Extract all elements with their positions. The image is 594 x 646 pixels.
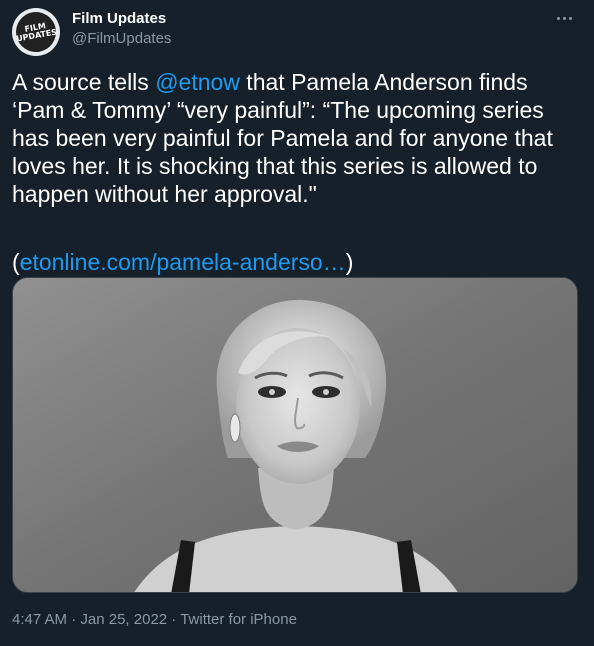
- link-close-paren: ): [345, 249, 354, 275]
- tweet-meta: 4:47 AM · Jan 25, 2022 · Twitter for iPh…: [12, 610, 297, 630]
- display-name[interactable]: Film Updates: [72, 9, 171, 29]
- meta-separator-2: ·: [167, 611, 181, 628]
- article-link[interactable]: etonline.com/pamela-anderso…: [20, 249, 346, 275]
- avatar-text-line2: UPDATES: [15, 27, 58, 44]
- tweet-photo[interactable]: [12, 277, 578, 593]
- tweet-time[interactable]: 4:47 AM: [12, 611, 67, 628]
- film-updates-logo: FILM UPDATES: [12, 8, 60, 56]
- tweet: FILM UPDATES Film Updates @FilmUpdates A…: [0, 0, 594, 646]
- avatar[interactable]: FILM UPDATES: [12, 8, 60, 56]
- tweet-text: A source tells @etnow that Pamela Anders…: [12, 68, 582, 276]
- more-icon[interactable]: [550, 8, 578, 28]
- tweet-link-line: (etonline.com/pamela-anderso…): [12, 248, 582, 276]
- tweet-body: A source tells @etnow that Pamela Anders…: [12, 68, 582, 208]
- mention-link[interactable]: @etnow: [155, 69, 240, 95]
- tweet-header: FILM UPDATES Film Updates @FilmUpdates: [12, 8, 582, 56]
- author-block: Film Updates @FilmUpdates: [72, 9, 171, 49]
- link-open-paren: (: [12, 249, 20, 275]
- handle[interactable]: @FilmUpdates: [72, 29, 171, 49]
- tweet-source[interactable]: Twitter for iPhone: [180, 611, 297, 628]
- tweet-text-part1: A source tells: [12, 69, 156, 95]
- meta-separator-1: ·: [67, 611, 81, 628]
- tweet-date[interactable]: Jan 25, 2022: [80, 611, 167, 628]
